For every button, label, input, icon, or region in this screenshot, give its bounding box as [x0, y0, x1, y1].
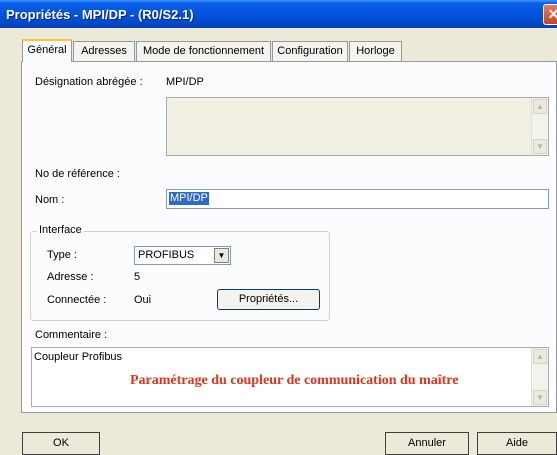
scroll-down-icon[interactable]: ▼: [533, 139, 547, 154]
tab-panel-general: Désignation abrégée : MPI/DP ▲ ▼ No de r…: [21, 61, 557, 413]
reference-label: No de référence :: [35, 168, 120, 180]
short-designation-value: MPI/DP: [166, 76, 204, 88]
comment-textarea[interactable]: Coupleur Profibus Paramétrage du coupleu…: [31, 347, 549, 407]
close-button[interactable]: ✕: [543, 4, 557, 25]
window-title: Propriétés - MPI/DP - (R0/S2.1): [6, 7, 194, 22]
scroll-up-icon[interactable]: ▲: [533, 349, 547, 364]
ok-button[interactable]: OK: [22, 432, 100, 455]
interface-groupbox: Interface Type : PROFIBUS ▼ Adresse : 5 …: [30, 224, 330, 321]
comment-label: Commentaire :: [35, 329, 108, 341]
name-input[interactable]: MPI/DP: [166, 189, 549, 209]
connected-value: Oui: [134, 294, 152, 306]
scroll-up-icon[interactable]: ▲: [533, 99, 547, 114]
short-designation-label: Désignation abrégée :: [35, 76, 143, 88]
chevron-down-icon[interactable]: ▼: [214, 248, 229, 263]
cancel-button[interactable]: Annuler: [385, 432, 469, 455]
address-value: 5: [134, 271, 141, 283]
name-input-selection: MPI/DP: [169, 192, 209, 205]
help-button[interactable]: Aide: [477, 432, 557, 455]
interface-group-title: Interface: [37, 224, 84, 236]
close-icon: ✕: [547, 6, 557, 22]
title-bar[interactable]: Propriétés - MPI/DP - (R0/S2.1) ✕: [0, 0, 557, 28]
annotation-note: Paramétrage du coupleur de communication…: [130, 373, 459, 388]
comment-text: Coupleur Profibus: [34, 351, 123, 363]
address-label: Adresse :: [47, 271, 94, 283]
tab-adresses[interactable]: Adresses: [73, 41, 135, 61]
description-textarea[interactable]: ▲ ▼: [166, 97, 549, 156]
tab-mode-de-fonctionnement[interactable]: Mode de fonctionnement: [136, 41, 271, 61]
properties-dialog: Propriétés - MPI/DP - (R0/S2.1) ✕ Désign…: [0, 0, 557, 455]
type-label: Type :: [47, 249, 77, 261]
connected-label: Connectée :: [47, 294, 107, 306]
tab-configuration[interactable]: Configuration: [272, 41, 348, 61]
description-scrollbar[interactable]: ▲ ▼: [531, 98, 548, 155]
type-select[interactable]: PROFIBUS ▼: [134, 246, 231, 265]
scroll-down-icon[interactable]: ▼: [533, 390, 547, 405]
interface-properties-button[interactable]: Propriétés...: [217, 289, 320, 310]
name-label: Nom :: [35, 194, 65, 206]
type-select-value: PROFIBUS: [138, 249, 195, 261]
comment-scrollbar[interactable]: ▲ ▼: [531, 348, 548, 406]
tab-horloge[interactable]: Horloge: [349, 41, 402, 61]
tab-general[interactable]: Général: [22, 39, 72, 62]
